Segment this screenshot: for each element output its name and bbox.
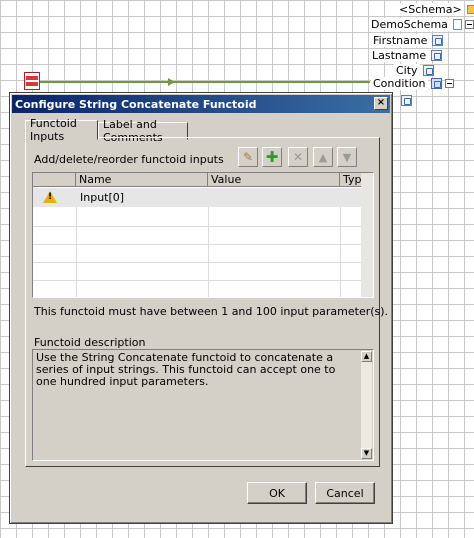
validation-message: This functoid must have between 1 and 10… [34,305,389,318]
scroll-up-arrow-icon[interactable]: ▲ [361,351,372,362]
description-scrollbar-track[interactable] [361,362,372,448]
tree-field-city[interactable]: City [394,63,434,77]
tree-field-lastname[interactable]: Lastname [370,48,443,62]
functoid-icon[interactable] [24,72,40,90]
cancel-button[interactable]: Cancel [315,482,375,504]
delete-button[interactable]: ✕ [288,147,308,167]
scroll-down-arrow-icon[interactable]: ▼ [361,448,372,459]
schema-node-icon [452,18,462,30]
folder-icon [466,4,474,14]
schema-root-label: <Schema> [397,2,464,16]
move-up-button[interactable]: ▲ [313,147,333,167]
dialog-title: Configure String Concatenate Functoid [15,97,257,111]
tree-row-schema[interactable]: <Schema> [397,2,474,16]
column-header-value[interactable]: Value [208,173,340,187]
tree-child[interactable] [398,93,412,107]
tree-row-demoschema[interactable]: DemoSchema [369,17,474,31]
field-icon [431,49,443,61]
field-icon [432,34,444,46]
move-down-icon: ▼ [342,150,352,164]
field-label: Lastname [370,48,429,62]
field-icon [422,64,434,76]
column-header-icon [33,173,76,187]
column-header-name[interactable]: Name [76,173,208,187]
add-icon: ✚ [265,148,279,166]
table-row[interactable]: Input[0] [33,188,362,207]
description-textbox[interactable]: Use the String Concatenate functoid to c… [32,349,374,461]
collapse-icon[interactable] [444,78,454,88]
field-icon [401,94,412,106]
edit-button[interactable]: ✎ [238,147,258,167]
inputs-table[interactable]: Name Value Type Input[0] [32,172,374,298]
dialog-titlebar[interactable]: Configure String Concatenate Functoid × [12,95,390,113]
tab-functoid-inputs[interactable]: Functoid Inputs [25,117,98,143]
warning-icon [43,191,57,203]
schema-node-label: DemoSchema [369,17,450,31]
move-down-button[interactable]: ▼ [337,147,357,167]
description-text: Use the String Concatenate functoid to c… [36,351,336,388]
field-icon [430,77,442,89]
field-label: Condition [371,76,428,90]
map-link[interactable] [40,81,370,83]
link-arrow-icon [168,78,175,86]
delete-icon: ✕ [292,150,304,164]
collapse-icon[interactable] [464,19,474,29]
move-up-icon: ▲ [318,150,328,164]
configure-functoid-dialog: Configure String Concatenate Functoid × … [9,92,393,524]
description-label: Functoid description [34,336,146,349]
ok-button[interactable]: OK [247,482,307,504]
close-button[interactable]: × [374,97,388,110]
add-button[interactable]: ✚ [262,147,282,167]
table-scrollbar[interactable] [361,173,373,297]
tree-field-condition[interactable]: Condition [371,76,454,90]
field-label: Firstname [371,33,430,47]
tree-field-firstname[interactable]: Firstname [371,33,444,47]
row-name: Input[0] [80,191,125,204]
instructions-text: Add/delete/reorder functoid inputs [34,153,224,166]
pencil-icon: ✎ [242,150,254,164]
field-label: City [394,63,420,77]
tab-label: Functoid Inputs [30,117,77,143]
